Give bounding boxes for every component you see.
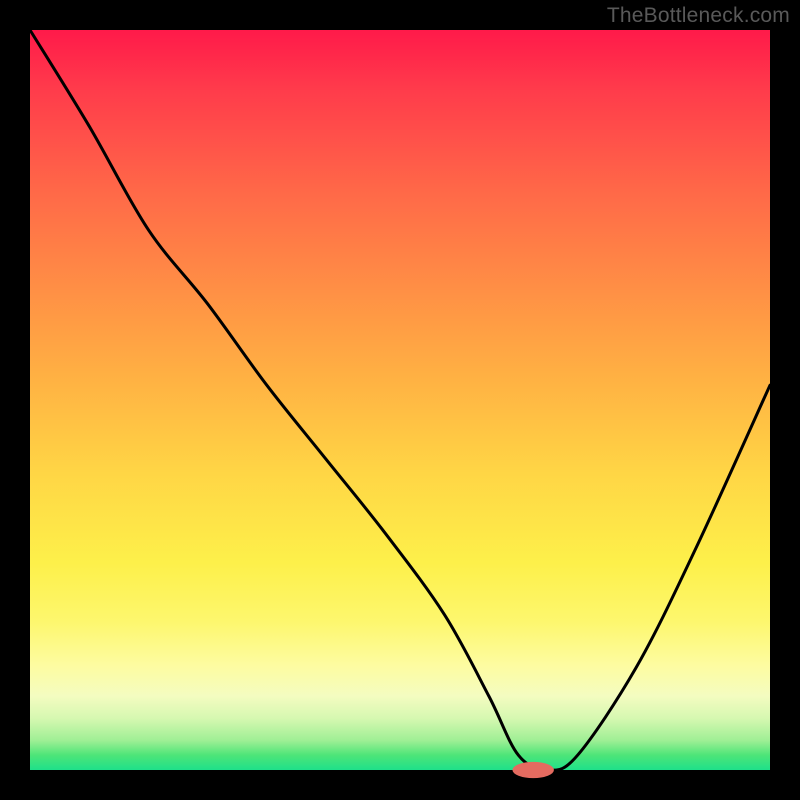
chart-svg	[30, 30, 770, 770]
bottleneck-curve	[30, 30, 770, 770]
watermark-text: TheBottleneck.com	[607, 4, 790, 28]
optimum-marker	[512, 762, 553, 778]
chart-frame: TheBottleneck.com	[0, 0, 800, 800]
